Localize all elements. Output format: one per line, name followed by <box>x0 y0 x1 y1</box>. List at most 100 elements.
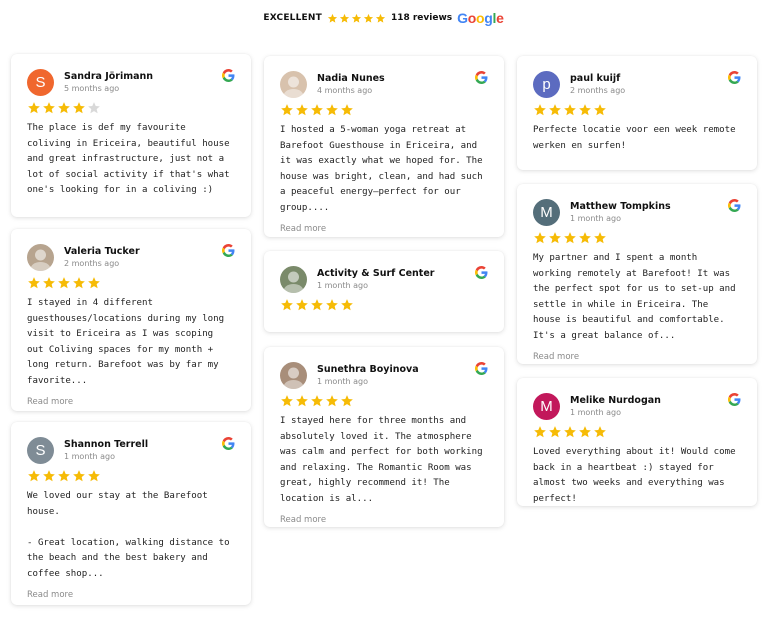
avatar <box>280 361 307 389</box>
star-filled-icon <box>281 299 293 311</box>
reviewer-name[interactable]: Sunethra Boyinova <box>317 363 475 376</box>
review-text: We loved our stay at the Barefoot house.… <box>27 491 230 579</box>
star-filled-icon <box>311 395 323 407</box>
review-date: 1 month ago <box>570 408 622 417</box>
reviewer-name[interactable]: Melike Nurdogan <box>570 394 728 407</box>
avatar: p <box>533 70 560 98</box>
reviewer-info: Nadia Nunes 4 months ago <box>317 72 475 96</box>
star-filled-icon <box>327 13 338 23</box>
reviewer-info: Activity & Surf Center 1 month ago <box>317 267 475 291</box>
star-filled-icon <box>594 426 606 438</box>
star-filled-icon <box>326 299 338 311</box>
review-text: Perfecte locatie voor een week remote we… <box>533 125 736 151</box>
review-card: Sunethra Boyinova 1 month ago I stayed her… <box>264 347 504 527</box>
star-filled-icon <box>579 104 591 116</box>
star-filled-icon <box>296 395 308 407</box>
google-g-icon[interactable] <box>222 437 235 450</box>
google-g-icon[interactable] <box>475 266 488 279</box>
avatar <box>280 70 307 98</box>
review-header: S Shannon Terrell 1 month ago <box>27 436 235 464</box>
star-filled-icon <box>351 13 362 23</box>
google-g-icon[interactable] <box>475 71 488 84</box>
read-more-link[interactable]: Read more <box>280 224 488 234</box>
review-card: Nadia Nunes 4 months ago I hosted a 5-woma… <box>264 56 504 237</box>
review-header: Sunethra Boyinova 1 month ago <box>280 361 488 389</box>
review-text: My partner and I spent a month working r… <box>533 253 736 341</box>
review-text: I stayed in 4 different guesthouses/loca… <box>27 298 225 386</box>
reviewer-name[interactable]: Nadia Nunes <box>317 72 475 85</box>
review-date: 2 months ago <box>570 86 626 95</box>
google-g-icon[interactable] <box>475 362 488 375</box>
star-filled-icon <box>534 232 546 244</box>
review-header: Valeria Tucker 2 months ago <box>27 243 235 271</box>
google-g-icon[interactable] <box>728 71 741 84</box>
star-filled-icon <box>363 13 374 23</box>
review-stars <box>27 469 235 483</box>
review-date: 1 month ago <box>64 452 116 461</box>
star-filled-icon <box>43 470 55 482</box>
read-more-link[interactable]: Read more <box>280 515 488 525</box>
google-logo[interactable]: Google <box>457 11 504 25</box>
reviewer-info: Melike Nurdogan 1 month ago <box>570 394 728 418</box>
reviewer-info: Sunethra Boyinova 1 month ago <box>317 363 475 387</box>
star-filled-icon <box>375 13 386 23</box>
read-more-link[interactable]: Read more <box>27 397 235 407</box>
star-filled-icon <box>564 104 576 116</box>
avatar: M <box>533 198 560 226</box>
reviewer-name[interactable]: Shannon Terrell <box>64 438 222 451</box>
star-filled-icon <box>311 299 323 311</box>
review-date: 1 month ago <box>570 214 622 223</box>
star-filled-icon <box>549 426 561 438</box>
google-g-icon[interactable] <box>728 199 741 212</box>
review-card: Activity & Surf Center 1 month ago <box>264 251 504 332</box>
reviewer-info: Matthew Tompkins 1 month ago <box>570 200 728 224</box>
review-card: p paul kuijf 2 months ago Perfecte locatie … <box>517 56 757 170</box>
review-date: 2 months ago <box>64 259 120 268</box>
review-header: M Melike Nurdogan 1 month ago <box>533 392 741 420</box>
review-count: 118 reviews <box>390 13 453 23</box>
review-stars <box>533 425 741 439</box>
google-g-icon[interactable] <box>222 69 235 82</box>
google-g-icon[interactable] <box>222 244 235 257</box>
star-filled-icon <box>339 13 350 23</box>
reviewer-name[interactable]: Sandra Jörimann <box>64 70 222 83</box>
reviewer-name[interactable]: Matthew Tompkins <box>570 200 728 213</box>
read-more-link[interactable]: Read more <box>533 352 741 362</box>
star-filled-icon <box>579 232 591 244</box>
avatar <box>27 243 54 271</box>
star-filled-icon <box>88 277 100 289</box>
star-filled-icon <box>58 102 70 114</box>
rating-label: EXCELLENT <box>263 13 322 23</box>
reviewer-info: Sandra Jörimann 5 months ago <box>64 70 222 94</box>
review-date: 4 months ago <box>317 86 373 95</box>
star-filled-icon <box>564 426 576 438</box>
reviewer-info: Valeria Tucker 2 months ago <box>64 245 222 269</box>
reviewer-name[interactable]: paul kuijf <box>570 72 728 85</box>
star-filled-icon <box>326 395 338 407</box>
reviewer-name[interactable]: Activity & Surf Center <box>317 267 475 280</box>
read-more-link[interactable]: Read more <box>27 590 235 600</box>
reviewer-info: paul kuijf 2 months ago <box>570 72 728 96</box>
star-filled-icon <box>534 104 546 116</box>
star-filled-icon <box>28 470 40 482</box>
review-header: M Matthew Tompkins 1 month ago <box>533 198 741 226</box>
avatar <box>280 265 307 293</box>
google-g-icon[interactable] <box>728 393 741 406</box>
review-card: S Sandra Jörimann 5 months ago The place is… <box>11 54 251 217</box>
star-filled-icon <box>58 470 70 482</box>
star-filled-icon <box>549 232 561 244</box>
star-filled-icon <box>281 104 293 116</box>
avatar: S <box>27 68 54 96</box>
review-text: Loved everything about it! Would come ba… <box>533 447 736 504</box>
avatar: M <box>533 392 560 420</box>
star-filled-icon <box>311 104 323 116</box>
reviewer-name[interactable]: Valeria Tucker <box>64 245 222 258</box>
review-card: M Matthew Tompkins 1 month ago My partner a… <box>517 184 757 364</box>
review-header: Nadia Nunes 4 months ago <box>280 70 488 98</box>
star-filled-icon <box>549 104 561 116</box>
review-card: Valeria Tucker 2 months ago I stayed in 4 … <box>11 229 251 411</box>
review-header: S Sandra Jörimann 5 months ago <box>27 68 235 96</box>
star-filled-icon <box>594 232 606 244</box>
review-header: Activity & Surf Center 1 month ago <box>280 265 488 293</box>
summary-stars <box>327 13 386 24</box>
